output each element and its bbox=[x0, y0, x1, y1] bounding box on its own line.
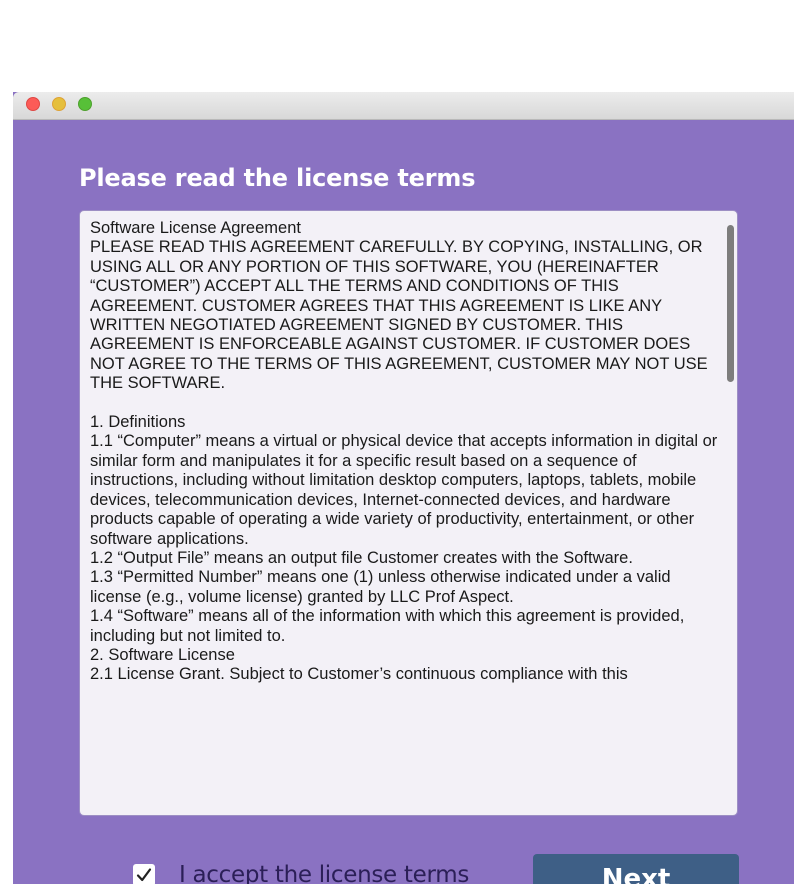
title-bar[interactable] bbox=[13, 92, 794, 120]
zoom-window-button[interactable] bbox=[78, 97, 92, 111]
close-window-button[interactable] bbox=[26, 97, 40, 111]
checkmark-icon bbox=[136, 868, 152, 882]
license-text: Software License Agreement PLEASE READ T… bbox=[90, 219, 718, 684]
installer-window: Please read the license terms Software L… bbox=[13, 92, 794, 884]
accept-terms-label[interactable]: I accept the license terms bbox=[179, 862, 469, 884]
accept-terms-row[interactable]: I accept the license terms bbox=[133, 860, 469, 884]
license-scrollbar[interactable] bbox=[727, 219, 735, 809]
accept-terms-checkbox[interactable] bbox=[133, 864, 155, 884]
scrollbar-thumb[interactable] bbox=[727, 225, 734, 382]
next-button[interactable]: Next bbox=[533, 854, 739, 884]
page-title: Please read the license terms bbox=[79, 164, 476, 192]
minimize-window-button[interactable] bbox=[52, 97, 66, 111]
license-text-area[interactable]: Software License Agreement PLEASE READ T… bbox=[79, 210, 738, 816]
